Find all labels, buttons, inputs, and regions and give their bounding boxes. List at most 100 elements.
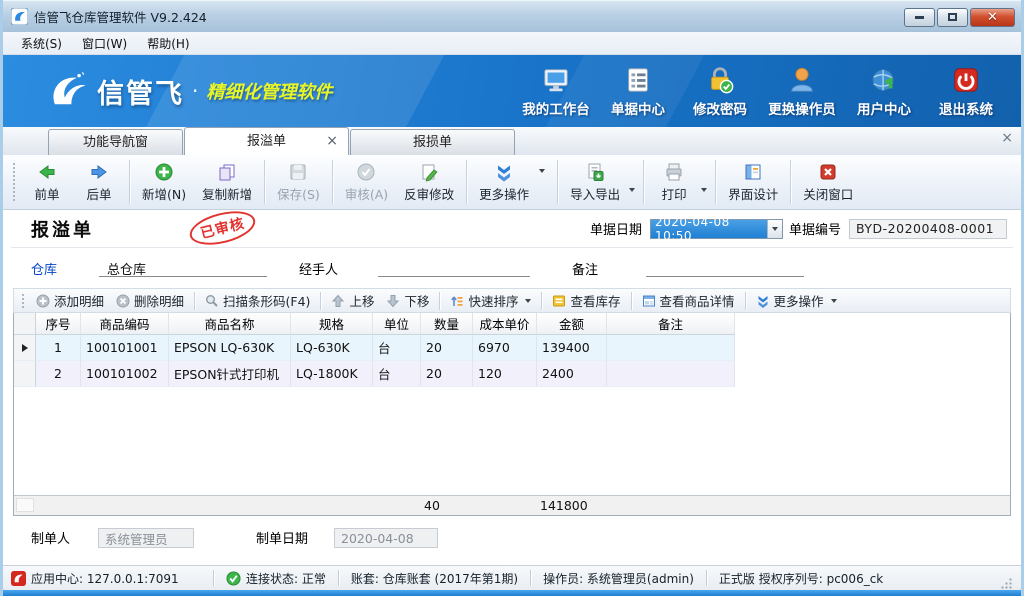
- banner-action-switch-operator[interactable]: 更换操作员: [761, 65, 843, 118]
- resize-grip[interactable]: [1000, 577, 1013, 590]
- minimize-icon: [915, 16, 924, 19]
- copy-new-button[interactable]: 复制新增: [194, 157, 260, 207]
- column-header[interactable]: 商品名称: [169, 313, 291, 335]
- toolbar-overflow-button[interactable]: [539, 169, 545, 173]
- tabstrip-close-icon[interactable]: ×: [1001, 131, 1013, 145]
- cell-amount[interactable]: 2400: [537, 361, 607, 387]
- new-button[interactable]: 新增(N): [134, 157, 194, 207]
- cell-qty[interactable]: 20: [421, 335, 473, 361]
- scan-barcode-button[interactable]: 扫描条形码(F4): [199, 289, 316, 312]
- cell-remark[interactable]: [607, 361, 735, 387]
- cell-spec[interactable]: LQ-630K: [291, 335, 373, 361]
- import-export-dropdown[interactable]: [629, 188, 635, 192]
- cell-remark[interactable]: [607, 335, 735, 361]
- cell-seq[interactable]: 1: [36, 335, 81, 361]
- tab-nav-window[interactable]: 功能导航窗: [48, 129, 183, 155]
- document-center-icon: [623, 65, 653, 95]
- menu-help[interactable]: 帮助(H): [137, 33, 199, 54]
- menu-system[interactable]: 系统(S): [11, 33, 72, 54]
- menu-window[interactable]: 窗口(W): [72, 33, 137, 54]
- detail-toolbar-drag-handle[interactable]: [21, 293, 25, 309]
- warehouse-input[interactable]: 总仓库: [99, 259, 267, 277]
- banner-action-change-password[interactable]: 修改密码: [679, 65, 761, 118]
- cell-cost[interactable]: 6970: [473, 335, 537, 361]
- sort-icon: [450, 294, 464, 308]
- add-detail-button[interactable]: 添加明细: [30, 289, 110, 312]
- cell-product-name[interactable]: EPSON LQ-630K: [169, 335, 291, 361]
- banner: 信管飞 · 精细化管理软件 我的工作台 单据中心 修改密码 更换操作员: [3, 55, 1021, 127]
- banner-action-user-center[interactable]: 用户中心: [843, 65, 925, 118]
- status-bar: 应用中心: 127.0.0.1:7091 连接状态: 正常 账套: 仓库账套 (…: [3, 565, 1021, 590]
- close-window-button[interactable]: 关闭窗口: [795, 157, 861, 207]
- column-header[interactable]: 成本单价: [473, 313, 537, 335]
- document-date-combobox[interactable]: 2020-04-08 10:50: [650, 219, 783, 239]
- cell-amount[interactable]: 139400: [537, 335, 607, 361]
- toolbar-separator: [715, 160, 716, 204]
- cell-unit[interactable]: 台: [373, 335, 421, 361]
- table-row[interactable]: 2 100101002 EPSON针式打印机 LQ-1800K 台 20 120…: [14, 361, 1010, 387]
- audited-stamp: 已审核: [186, 210, 258, 251]
- unaudit-button[interactable]: 反审修改: [396, 157, 462, 207]
- column-header[interactable]: 序号: [36, 313, 81, 335]
- column-header[interactable]: 金额: [537, 313, 607, 335]
- move-up-button[interactable]: 上移: [325, 289, 380, 312]
- window-controls: ✕: [904, 7, 1015, 27]
- tab-overflow-doc[interactable]: 报溢单 ×: [184, 127, 349, 155]
- barcode-scan-icon: [205, 294, 219, 308]
- maker-label: 制单人: [31, 528, 70, 547]
- maximize-button[interactable]: [937, 8, 968, 27]
- next-doc-button[interactable]: 后单: [73, 157, 125, 207]
- print-button[interactable]: 打印: [648, 157, 700, 207]
- app-window: 信管飞仓库管理软件 V9.2.424 ✕ 系统(S) 窗口(W) 帮助(H) 信…: [0, 0, 1024, 596]
- column-header[interactable]: 备注: [607, 313, 735, 335]
- total-amount: 141800: [535, 496, 605, 515]
- handler-input[interactable]: [378, 259, 530, 277]
- status-license: 正式版 授权序列号: pc006_ck: [719, 570, 883, 587]
- cell-product-name[interactable]: EPSON针式打印机: [169, 361, 291, 387]
- banner-action-workbench[interactable]: 我的工作台: [515, 65, 597, 118]
- tab-loss-doc[interactable]: 报损单: [350, 129, 515, 155]
- cell-spec[interactable]: LQ-1800K: [291, 361, 373, 387]
- toolbar-drag-handle[interactable]: [12, 162, 16, 202]
- remark-input[interactable]: [646, 259, 804, 277]
- table-row[interactable]: 1 100101001 EPSON LQ-630K LQ-630K 台 20 6…: [14, 335, 1010, 361]
- date-dropdown-button[interactable]: [767, 220, 782, 238]
- column-header[interactable]: 单位: [373, 313, 421, 335]
- minimize-button[interactable]: [904, 8, 935, 27]
- document-date-value[interactable]: 2020-04-08 10:50: [651, 220, 767, 238]
- cell-product-code[interactable]: 100101001: [81, 335, 169, 361]
- cell-product-code[interactable]: 100101002: [81, 361, 169, 387]
- prev-doc-button[interactable]: 前单: [21, 157, 73, 207]
- cell-qty[interactable]: 20: [421, 361, 473, 387]
- cell-cost[interactable]: 120: [473, 361, 537, 387]
- close-button[interactable]: ✕: [970, 8, 1015, 27]
- status-operator: 操作员: 系统管理员(admin): [543, 570, 694, 587]
- detail-separator: [439, 292, 440, 310]
- totals-marker-cell: [16, 498, 34, 512]
- quick-sort-button[interactable]: 快速排序: [444, 289, 537, 312]
- column-header[interactable]: 商品编码: [81, 313, 169, 335]
- toolbar-separator: [643, 160, 644, 204]
- column-header[interactable]: 规格: [291, 313, 373, 335]
- view-product-detail-button[interactable]: 查看商品详情: [636, 289, 741, 312]
- tab-close-icon[interactable]: ×: [326, 128, 338, 155]
- column-header[interactable]: 数量: [421, 313, 473, 335]
- row-marker-cell: [14, 335, 36, 361]
- import-export-button[interactable]: 导入导出: [562, 157, 628, 207]
- quick-sort-dropdown[interactable]: [525, 299, 531, 303]
- banner-action-doc-center[interactable]: 单据中心: [597, 65, 679, 118]
- tab-label: 报溢单: [247, 134, 286, 149]
- delete-detail-button[interactable]: 删除明细: [110, 289, 190, 312]
- banner-action-label: 用户中心: [857, 98, 911, 118]
- cell-seq[interactable]: 2: [36, 361, 81, 387]
- more-actions-button[interactable]: 更多操作: [471, 157, 537, 207]
- status-separator: [706, 570, 707, 586]
- cell-unit[interactable]: 台: [373, 361, 421, 387]
- view-stock-button[interactable]: 查看库存: [546, 289, 626, 312]
- ui-design-button[interactable]: 界面设计: [720, 157, 786, 207]
- banner-action-exit[interactable]: 退出系统: [925, 65, 1007, 118]
- print-dropdown[interactable]: [701, 188, 707, 192]
- detail-more-dropdown[interactable]: [831, 299, 837, 303]
- detail-more-actions-button[interactable]: 更多操作: [750, 289, 843, 312]
- move-down-button[interactable]: 下移: [380, 289, 435, 312]
